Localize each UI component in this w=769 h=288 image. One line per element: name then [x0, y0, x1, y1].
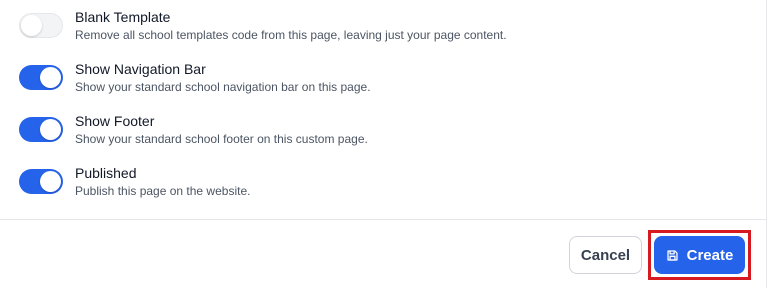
setting-label: Blank Template	[75, 9, 171, 25]
setting-blank-template: Blank Template Remove all school templat…	[18, 8, 758, 48]
footer-divider	[0, 219, 766, 220]
setting-label: Show Navigation Bar	[75, 61, 206, 77]
setting-label: Show Footer	[75, 113, 155, 129]
setting-label: Published	[75, 165, 137, 181]
create-button[interactable]: Create	[654, 236, 745, 274]
blank-template-toggle[interactable]	[19, 13, 63, 38]
setting-description: Show your standard school navigation bar…	[75, 80, 371, 94]
setting-description: Show your standard school footer on this…	[75, 132, 368, 146]
save-icon	[666, 249, 679, 262]
setting-show-footer: Show Footer Show your standard school fo…	[18, 112, 758, 152]
toggle-knob	[40, 171, 61, 192]
toggle-knob	[40, 67, 61, 88]
page-settings-panel: Blank Template Remove all school templat…	[0, 0, 769, 288]
toggle-knob	[21, 15, 42, 36]
setting-description: Remove all school templates code from th…	[75, 28, 507, 42]
published-toggle[interactable]	[19, 169, 63, 194]
setting-show-navigation-bar: Show Navigation Bar Show your standard s…	[18, 60, 758, 100]
toggle-knob	[40, 119, 61, 140]
cancel-button[interactable]: Cancel	[569, 236, 642, 274]
setting-published: Published Publish this page on the websi…	[18, 164, 758, 204]
show-footer-toggle[interactable]	[19, 117, 63, 142]
show-navigation-bar-toggle[interactable]	[19, 65, 63, 90]
setting-description: Publish this page on the website.	[75, 184, 251, 198]
create-button-label: Create	[686, 246, 734, 264]
